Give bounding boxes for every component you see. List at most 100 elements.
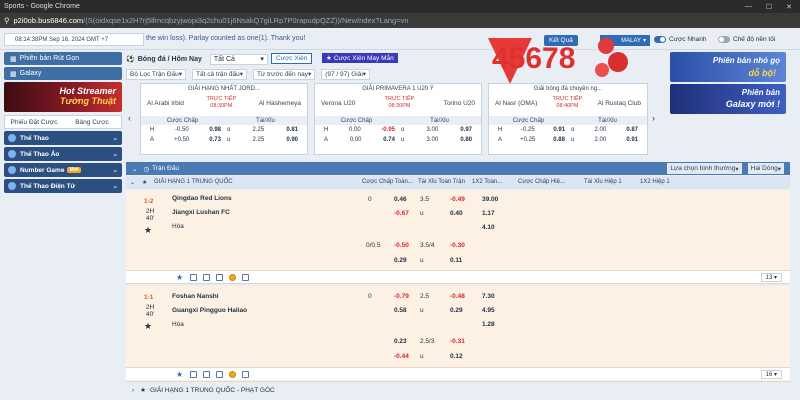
star-icon[interactable]: ★ [142,179,147,186]
odds-value[interactable]: 0.12 [450,353,463,360]
odds-value[interactable]: 0.81 [286,127,298,133]
odds-value[interactable]: 0.29 [450,307,463,314]
sport-filter-select[interactable]: Tất Cả ▾ [209,53,268,65]
stats-icon[interactable] [190,370,197,378]
odds-value[interactable]: 1.28 [482,321,495,328]
dark-mode-toggle[interactable]: Chế độ nền tối [718,36,775,43]
toggle-switch[interactable] [654,36,666,43]
compact-version-ad[interactable]: Phiên bản nhỏ gọ dỗ bộ! [670,52,786,82]
odds-value[interactable]: 0.87 [626,127,638,133]
odds-value[interactable]: 0.97 [460,127,472,133]
carousel-next-icon[interactable]: › [652,113,655,123]
odds-value[interactable]: 0.80 [460,137,472,143]
carousel-prev-icon[interactable]: ‹ [128,113,131,123]
odds-value[interactable]: 0.73 [209,137,221,143]
odds-value[interactable]: 0.40 [450,210,463,217]
minimize-icon[interactable]: — [745,3,752,11]
live-icon[interactable] [229,370,236,378]
tv-icon[interactable] [216,273,223,281]
odds-value[interactable]: 4.10 [482,224,495,231]
time-range-select[interactable]: Từ trước đến nay ▾ [253,68,316,80]
expand-icon[interactable]: › [132,387,134,394]
odds-value[interactable]: -0.44 [394,353,409,360]
favorite-star-icon[interactable]: ★ [176,370,183,379]
odds-value[interactable]: -0.49 [450,196,465,203]
category-sports[interactable]: Thể Thao ⌄ [4,131,122,145]
sport-selector[interactable]: ⚽ Bóng đá / Hôm Nay Tất Cả ▾ [126,52,268,66]
video-icon[interactable] [203,370,210,378]
collapse-icon[interactable]: ⌄ [130,179,135,186]
card-league: GIẢI HẠNG NHẤT JORD... [188,86,260,92]
odds-value[interactable]: -0.48 [450,293,465,300]
side-label: o [571,127,575,133]
odds-value[interactable]: 39.00 [482,196,498,203]
star-icon[interactable]: ★ [140,386,146,394]
odds-value[interactable]: 4.95 [482,307,495,314]
match-filter-select[interactable]: Bộ Lọc Trận Đấu ▾ [126,68,187,80]
odds-value[interactable]: 0.90 [286,137,298,143]
category-number-game[interactable]: Number Game Mới ⌄ [4,163,122,177]
odds-value[interactable]: -0.31 [450,338,465,345]
tab-bet-slip[interactable]: Phiếu Đặt Cược [5,119,63,126]
odds-value[interactable]: 0.46 [394,196,407,203]
count-value: 13 [765,275,773,281]
live-icon[interactable] [229,273,236,281]
toggle-switch[interactable] [718,36,730,43]
more-bets-count[interactable]: 16 ▾ [760,370,782,379]
odds-value[interactable]: 0.91 [626,137,638,143]
favorite-star-icon[interactable]: ★ [176,273,183,282]
odds-value[interactable]: 0.29 [394,257,407,264]
odds-value[interactable]: 0.74 [383,137,395,143]
odds-type-select[interactable]: Hai Dòng ▾ [747,163,784,174]
all-matches-select[interactable]: Tất cả trận đấu ▾ [192,68,248,80]
odds-value[interactable]: -0.30 [450,242,465,249]
galaxy-version-ad[interactable]: Phiên bản Galaxy mới ! [670,84,786,114]
league-header-corners[interactable]: › ★ GIẢI HẠNG 1 TRUNG QUỐC - PHẠT GÓC [126,384,790,396]
odds-value[interactable]: 0.88 [553,137,565,143]
odds-value[interactable]: 1.17 [482,210,495,217]
category-virtual-sports[interactable]: Thể Thao Ảo ⌄ [4,147,122,161]
streamer-banner[interactable]: Hot Streamer Tường Thuật [4,82,122,112]
odds-value[interactable]: 7.30 [482,293,495,300]
odds-value[interactable]: 0.11 [450,257,462,264]
match-card[interactable]: Giải bóng đá chuyên ng... Al Nasr (OMA) T… [488,83,648,155]
odds-value[interactable]: -0.95 [381,127,395,133]
favorite-star-icon[interactable]: ★ [144,321,152,332]
match-card[interactable]: GIẢI HẠNG NHẤT JORD... Al Arabi Irbid TRỰ… [140,83,308,155]
odds-value[interactable]: -0.67 [394,210,409,217]
parlay-button[interactable]: Cược Xiên [271,53,313,64]
match-card[interactable]: GIẢI PRIMAVERA 1 U20 Ý Verona U20 TRỰC TI… [314,83,482,155]
tv-icon[interactable] [216,370,223,378]
video-icon[interactable] [203,273,210,281]
collapse-icon[interactable]: ⌄ [132,165,137,173]
odds-value[interactable]: 0.91 [553,127,565,133]
chart-icon[interactable] [242,370,249,378]
odds-value[interactable]: 0.98 [209,127,221,133]
odds-value[interactable]: -0.79 [394,293,409,300]
odds-value[interactable]: 0.58 [394,307,407,314]
quick-bet-toggle[interactable]: Cược Nhanh [654,36,707,43]
odds-value[interactable]: -0.50 [394,242,409,249]
tab-bet-list[interactable]: Bảng Cược [63,119,121,126]
category-esports[interactable]: Thể Thao Điện Tử ⌄ [4,179,122,193]
compact-version-button[interactable]: ▦ Phiên bản Rút Gọn [4,52,122,65]
sort-select[interactable]: Lựa chọn bình thường ▾ [667,163,742,174]
odds-value[interactable]: 0.23 [394,338,407,345]
close-icon[interactable]: ✕ [786,3,792,11]
more-bets-count[interactable]: 13 ▾ [760,273,782,282]
league-count-select[interactable]: (97 / 97) Giải ▾ [321,68,371,80]
site-info-icon[interactable]: ⚲ [4,16,10,25]
chart-icon[interactable] [242,273,249,281]
handicap-line: +0.50 [174,137,190,143]
total-line: 3.00 [426,137,439,143]
chevron-down-icon: ⌄ [112,167,118,174]
grid-icon: ▦ [10,55,17,63]
stats-icon[interactable] [190,273,197,281]
favorite-star-icon[interactable]: ★ [144,225,152,236]
address-bar[interactable]: ⚲ p2i0ob.bus6846.com /(S(oidxqse1x2H7rj5… [0,13,800,28]
galaxy-button[interactable]: ▦ Galaxy [4,67,122,80]
maximize-icon[interactable]: ☐ [766,3,772,11]
league-header[interactable]: ⌄ ★ GIẢI HẠNG 1 TRUNG QUỐC Cược Chấp Toà… [126,176,790,189]
chevron-down-icon: ⌄ [112,151,118,158]
lucky-parlay-button[interactable]: ★ Cược Xiên May Mắn [322,53,398,63]
